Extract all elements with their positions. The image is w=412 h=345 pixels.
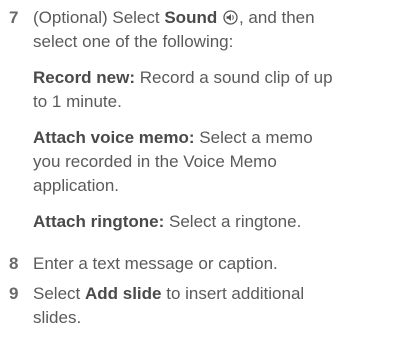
option-record-new: Record new: Record a sound clip of up to… xyxy=(33,68,333,111)
sound-label: Sound xyxy=(164,8,218,27)
step-number: 9 xyxy=(9,284,19,303)
sound-icon xyxy=(223,8,238,25)
step-text: (Optional) Select Sound , and then selec… xyxy=(33,8,315,51)
option-attach-ringtone: Attach ringtone: Select a ringtone. xyxy=(33,212,302,231)
add-slide-label: Add slide xyxy=(84,284,162,303)
step-number: 8 xyxy=(9,254,19,273)
step-text: Select Add slide to insert additional sl… xyxy=(33,284,305,327)
step-text: Enter a text message or caption. xyxy=(33,254,278,273)
option-label: Attach ringtone: xyxy=(33,212,165,231)
option-label: Record new: xyxy=(33,68,136,87)
option-label: Attach voice memo: xyxy=(33,128,195,147)
step-number: 7 xyxy=(9,8,19,27)
option-attach-voice-memo: Attach voice memo: Select a memo you rec… xyxy=(33,128,313,195)
